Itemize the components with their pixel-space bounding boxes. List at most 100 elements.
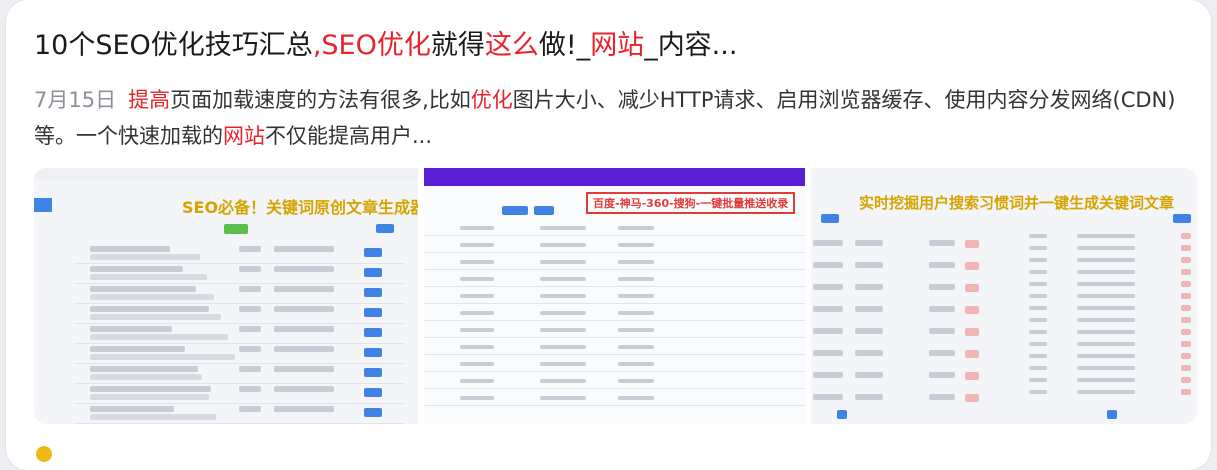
thumb-row-cell: [929, 328, 955, 334]
thumb-row-cell: [813, 372, 843, 378]
thumb-row-divider: [424, 235, 805, 236]
thumb-row-cell: [1029, 294, 1047, 298]
thumb-row-cell: [855, 262, 883, 268]
thumb-row-cell: [618, 277, 654, 281]
thumb-row-button: [364, 308, 382, 317]
thumb-row-button: [364, 248, 382, 257]
thumb-button: [1173, 214, 1191, 223]
thumb-row-divider: [74, 263, 404, 264]
thumb-row-cell: [540, 328, 586, 332]
thumb-row-cell: [855, 372, 883, 378]
thumb-row-tag: [965, 262, 979, 270]
thumb-row-cell: [813, 262, 843, 268]
thumb-row-button: [364, 408, 382, 417]
thumb-row-cell: [239, 326, 261, 332]
thumb-row-cell: [855, 240, 883, 246]
thumb-row-cell: [1077, 342, 1135, 346]
thumb-row-cell: [1029, 354, 1047, 358]
thumb-row-cell: [460, 243, 494, 247]
thumb-row-button: [364, 348, 382, 357]
thumb-row-cell: [540, 243, 586, 247]
thumb-row-cell: [855, 394, 883, 400]
thumb-row-cell: [460, 328, 494, 332]
thumb-row-divider: [424, 388, 805, 389]
thumb-row-cell: [813, 240, 843, 246]
thumb-row-cell: [460, 396, 494, 400]
thumb-row-cell: [460, 226, 494, 230]
thumb-row-cell: [1029, 234, 1047, 238]
thumb-row-cell: [1077, 366, 1135, 370]
thumbnail-1[interactable]: SEO必备！关键词原创文章生成器: [34, 168, 418, 424]
thumb-row-cell: [239, 366, 261, 372]
title-text: 10个SEO优化技巧汇总: [34, 30, 313, 61]
title-highlight: 这么: [484, 30, 539, 61]
thumb-row-tag: [1181, 389, 1191, 395]
thumb-row-cell: [618, 294, 654, 298]
thumb-row-cell: [274, 266, 334, 272]
thumb-row-divider: [74, 303, 404, 304]
thumb-row-tag: [1181, 353, 1191, 359]
thumb-row-cell: [540, 226, 586, 230]
thumb-row-text: [90, 306, 209, 312]
thumb-topbar: [34, 168, 418, 180]
thumb-row-cell: [1029, 306, 1047, 310]
thumb-row-tag: [965, 240, 979, 248]
thumb-button: [224, 224, 248, 234]
thumb-row-text: [90, 314, 221, 320]
thumb-row-divider: [74, 343, 404, 344]
thumb-row-divider: [424, 320, 805, 321]
thumb-row-cell: [274, 406, 334, 412]
thumb-button: [534, 206, 554, 215]
thumb-row-button: [364, 268, 382, 277]
thumb-row-text: [90, 286, 196, 292]
thumbnail-strip: SEO必备！关键词原创文章生成器 百度-神马-360-搜狗-一键批量推送收录 实…: [34, 168, 1197, 424]
thumb-row-cell: [274, 386, 334, 392]
thumb-row-tag: [1181, 269, 1191, 275]
thumb-row-divider: [424, 405, 805, 406]
thumb-row-button: [364, 328, 382, 337]
thumb-row-divider: [424, 337, 805, 338]
thumb-row-cell: [460, 294, 494, 298]
result-title-link[interactable]: 10个SEO优化技巧汇总,SEO优化就得这么做!_网站_内容...: [34, 26, 1194, 66]
thumb-row-cell: [1029, 246, 1047, 250]
thumb-banner: SEO必备！关键词原创文章生成器: [182, 198, 418, 217]
snippet-highlight: 提高: [128, 88, 171, 112]
thumb-row-cell: [540, 362, 586, 366]
thumb-banner: 百度-神马-360-搜狗-一键批量推送收录: [586, 192, 796, 214]
thumb-row-cell: [540, 396, 586, 400]
thumb-row-tag: [1181, 329, 1191, 335]
thumb-button: [502, 206, 528, 215]
title-text: _内容...: [644, 30, 738, 61]
thumb-row-cell: [540, 345, 586, 349]
thumb-row-text: [90, 386, 211, 392]
thumb-row-tag: [1181, 293, 1191, 299]
title-text: 做!_: [538, 30, 591, 61]
thumb-row-cell: [1077, 378, 1135, 382]
thumbnail-3[interactable]: 实时挖掘用户搜索习惯词并一键生成关键词文章: [811, 168, 1197, 424]
thumb-row-cell: [1077, 390, 1135, 394]
thumb-banner: 实时挖掘用户搜索习惯词并一键生成关键词文章: [859, 194, 1175, 212]
thumb-row-cell: [618, 379, 654, 383]
thumb-row-cell: [540, 260, 586, 264]
thumb-row-cell: [239, 266, 261, 272]
thumb-row-cell: [460, 379, 494, 383]
thumb-row-cell: [540, 277, 586, 281]
thumb-row-divider: [74, 403, 404, 404]
thumb-row-cell: [274, 366, 334, 372]
thumb-row-cell: [1077, 234, 1135, 238]
thumb-row-cell: [618, 311, 654, 315]
thumb-row-cell: [460, 277, 494, 281]
thumb-row-tag: [965, 372, 979, 380]
thumb-row-cell: [274, 246, 334, 252]
thumb-row-cell: [1077, 330, 1135, 334]
search-result-card[interactable]: 10个SEO优化技巧汇总,SEO优化就得这么做!_网站_内容... 7月15日提…: [6, 0, 1211, 470]
thumb-row-cell: [1077, 282, 1135, 286]
thumb-row-cell: [618, 345, 654, 349]
thumb-row-button: [364, 388, 382, 397]
thumb-row-text: [90, 374, 202, 380]
thumb-row-cell: [618, 396, 654, 400]
thumb-row-cell: [239, 386, 261, 392]
thumb-row-text: [90, 266, 183, 272]
thumbnail-2[interactable]: 百度-神马-360-搜狗-一键批量推送收录: [424, 168, 805, 424]
thumb-row-cell: [929, 372, 955, 378]
